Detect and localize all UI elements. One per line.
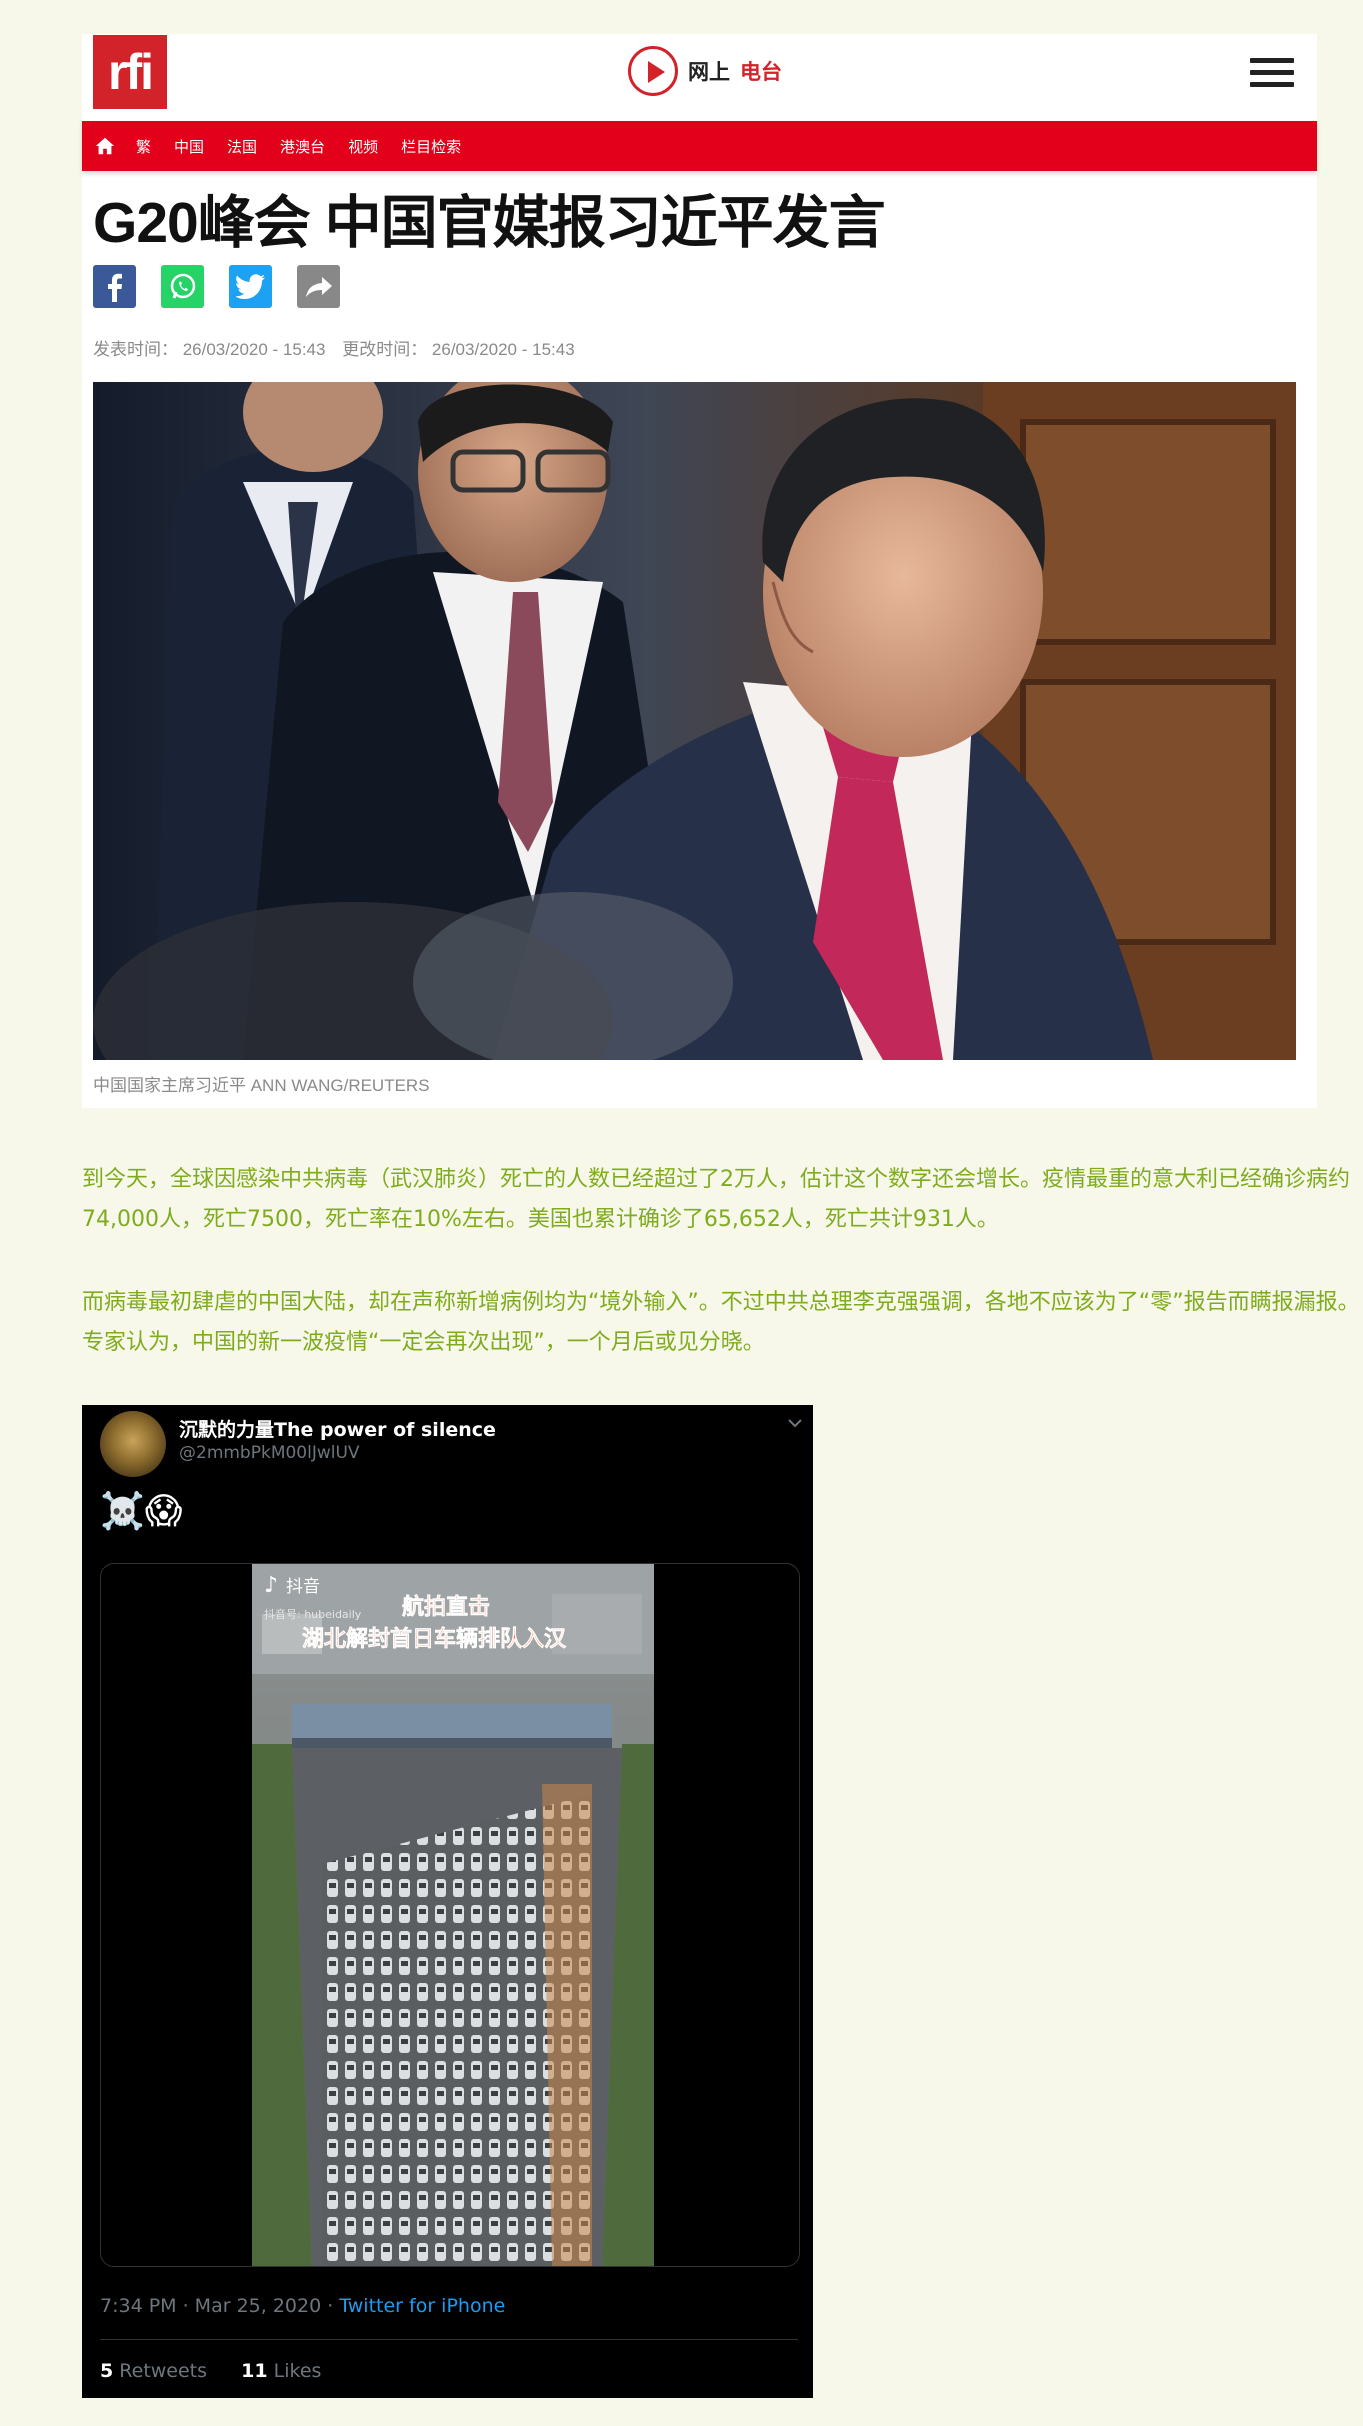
likes-label[interactable]: Likes — [274, 2360, 322, 2382]
tweet-text: ☠️😱 — [100, 1491, 183, 1532]
article-hero-image — [93, 382, 1296, 1060]
embedded-tweet: 沉默的力量The power of silence @2mmbPkM00lJwl… — [82, 1405, 813, 2398]
avatar[interactable] — [100, 1411, 166, 1477]
hamburger-menu-icon[interactable] — [1250, 58, 1294, 90]
published-time: 发表时间： 26/03/2020 - 15:43 — [93, 340, 326, 359]
douyin-logo-text: 抖音 — [286, 1577, 320, 1597]
douyin-account: 抖音号: hubeidaily — [264, 1607, 362, 1621]
video-thumbnail: ♪ 抖音 抖音号: hubeidaily 航拍直击 湖北解封首日车辆排队入汉 — [252, 1564, 654, 2266]
nav-item-hk-macau-taiwan[interactable]: 港澳台 — [280, 136, 325, 157]
retweets-label[interactable]: Retweets — [119, 2360, 207, 2382]
article-title: G20峰会 中国官媒报习近平发言 — [93, 191, 886, 255]
article-paragraph-1: 到今天，全球因感染中共病毒（武汉肺炎）死亡的人数已经超过了2万人，估计这个数字还… — [82, 1167, 1351, 1232]
nav-item-section-search[interactable]: 栏目检索 — [401, 136, 461, 157]
tweet-timestamp: 7:34 PM · Mar 25, 2020 · Twitter for iPh… — [100, 2295, 505, 2317]
facebook-share-icon[interactable] — [93, 265, 136, 308]
article-paragraph-2: 而病毒最初肆虐的中国大陆，却在声称新增病例均为“境外输入”。不过中共总理李克强强… — [82, 1290, 1360, 1355]
whatsapp-share-icon[interactable] — [161, 265, 204, 308]
svg-text:♪: ♪ — [264, 1573, 278, 1598]
tweet-author-name[interactable]: 沉默的力量The power of silence — [179, 1415, 496, 1442]
tweet-time: 7:34 PM · Mar 25, 2020 · — [100, 2295, 340, 2317]
nav-item-video[interactable]: 视频 — [348, 136, 378, 157]
article-meta: 发表时间： 26/03/2020 - 15:43 更改时间： 26/03/202… — [93, 335, 587, 360]
image-caption: 中国国家主席习近平 ANN WANG/REUTERS — [93, 1076, 430, 1095]
share-icon[interactable] — [297, 265, 340, 308]
article-card: rfi 网上 电台 繁 中国 法国 港澳台 视频 栏目检索 G20峰会 中国官媒… — [82, 34, 1317, 1108]
video-title-line-1: 航拍直击 — [402, 1594, 490, 1620]
nav-item-china[interactable]: 中国 — [174, 136, 204, 157]
radio-label-highlight: 电台 — [740, 60, 782, 84]
tweet-divider — [100, 2339, 798, 2340]
radio-label: 网上 — [688, 60, 730, 84]
modified-time: 更改时间： 26/03/2020 - 15:43 — [342, 340, 575, 359]
tweet-author-handle[interactable]: @2mmbPkM00lJwlUV — [179, 1443, 360, 1463]
video-title-line-2: 湖北解封首日车辆排队入汉 — [302, 1626, 567, 1652]
nav-item-traditional[interactable]: 繁 — [136, 136, 151, 157]
nav-item-france[interactable]: 法国 — [227, 136, 257, 157]
retweets-count[interactable]: 5 — [100, 2360, 113, 2382]
tweet-stats: 5 Retweets 11 Likes — [100, 2360, 321, 2382]
nav-bar: 繁 中国 法国 港澳台 视频 栏目检索 — [82, 121, 1317, 171]
rfi-logo[interactable]: rfi — [93, 35, 167, 109]
share-buttons — [93, 265, 340, 308]
site-header: rfi 网上 电台 — [82, 34, 1317, 121]
likes-count[interactable]: 11 — [241, 2360, 267, 2382]
chevron-down-icon[interactable] — [787, 1417, 803, 1429]
online-radio-link[interactable]: 网上 电台 — [628, 43, 782, 99]
play-icon — [628, 46, 678, 96]
tweet-video[interactable]: ♪ 抖音 抖音号: hubeidaily 航拍直击 湖北解封首日车辆排队入汉 — [100, 1563, 800, 2267]
home-icon[interactable] — [94, 135, 116, 157]
twitter-share-icon[interactable] — [229, 265, 272, 308]
tweet-source-link[interactable]: Twitter for iPhone — [339, 2295, 505, 2317]
